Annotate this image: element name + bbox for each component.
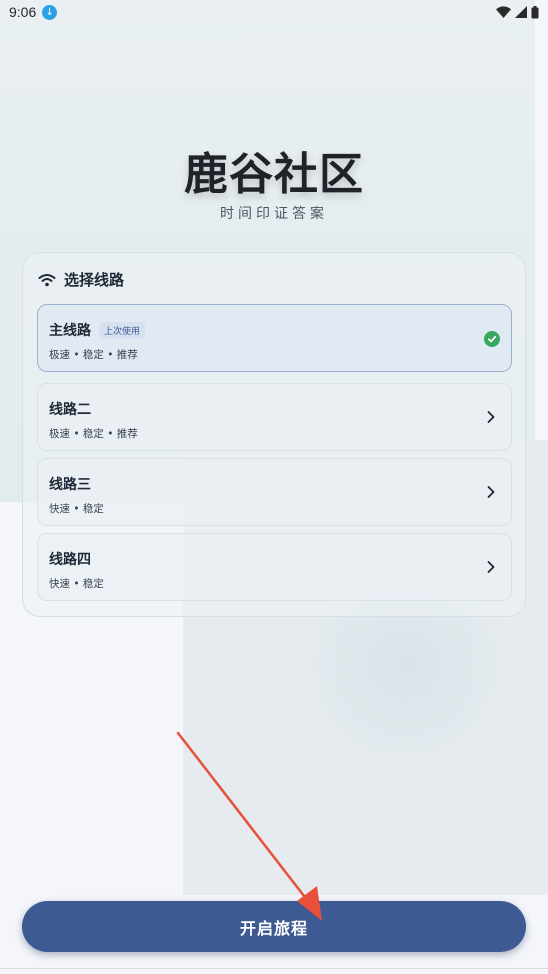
cell-signal-icon: [515, 6, 527, 18]
route-item-desc: 极速 • 稳定 • 推荐: [49, 428, 138, 440]
route-item-2[interactable]: 线路二 极速 • 稳定 • 推荐: [37, 383, 512, 451]
app-subtitle: 时间印证答案: [220, 206, 328, 222]
route-item-label: 线路二: [49, 402, 91, 418]
download-icon: ↓: [42, 4, 58, 20]
chevron-right-icon: [487, 561, 495, 573]
start-journey-button[interactable]: 开启旅程: [22, 901, 526, 952]
route-item-name: 主线路 上次使用: [49, 320, 146, 340]
route-item-name: 线路二: [49, 399, 91, 419]
app-title: 鹿谷社区: [184, 149, 364, 200]
route-item-label: 线路四: [49, 552, 91, 568]
status-time: 9:06: [9, 4, 37, 20]
route-item-3[interactable]: 线路三 快速 • 稳定: [37, 458, 512, 526]
route-select-card: 选择线路 主线路 上次使用 极速 • 稳定 • 推荐 线路二 极速 • 稳定 •…: [22, 252, 526, 617]
route-select-title: 选择线路: [64, 271, 125, 289]
chevron-right-icon: [487, 411, 495, 423]
status-icons: [496, 5, 539, 19]
route-item-desc: 快速 • 稳定: [49, 503, 104, 515]
route-item-main[interactable]: 主线路 上次使用 极速 • 稳定 • 推荐: [37, 304, 512, 372]
route-item-desc: 极速 • 稳定 • 推荐: [49, 349, 138, 361]
chevron-right-icon: [487, 486, 495, 498]
app-screen: 9:06 ↓ 鹿谷社区 时间印证答案 选择线路 主线路 上次使用 极速 • 稳定…: [0, 0, 548, 974]
route-select-header: 选择线路: [38, 269, 124, 290]
route-item-label: 线路三: [49, 477, 91, 493]
battery-icon: [531, 5, 539, 18]
wifi-icon: [496, 6, 511, 18]
route-item-desc: 快速 • 稳定: [49, 578, 104, 590]
status-bar: 9:06 ↓: [0, 0, 548, 24]
route-item-label: 主线路: [49, 323, 91, 339]
route-item-name: 线路四: [49, 549, 91, 569]
check-circle-icon: [484, 331, 500, 347]
navigation-bar-line: [0, 968, 548, 969]
wifi-icon: [38, 273, 56, 286]
route-item-name: 线路三: [49, 474, 91, 494]
route-item-4[interactable]: 线路四 快速 • 稳定: [37, 533, 512, 601]
last-used-badge: 上次使用: [99, 321, 146, 339]
